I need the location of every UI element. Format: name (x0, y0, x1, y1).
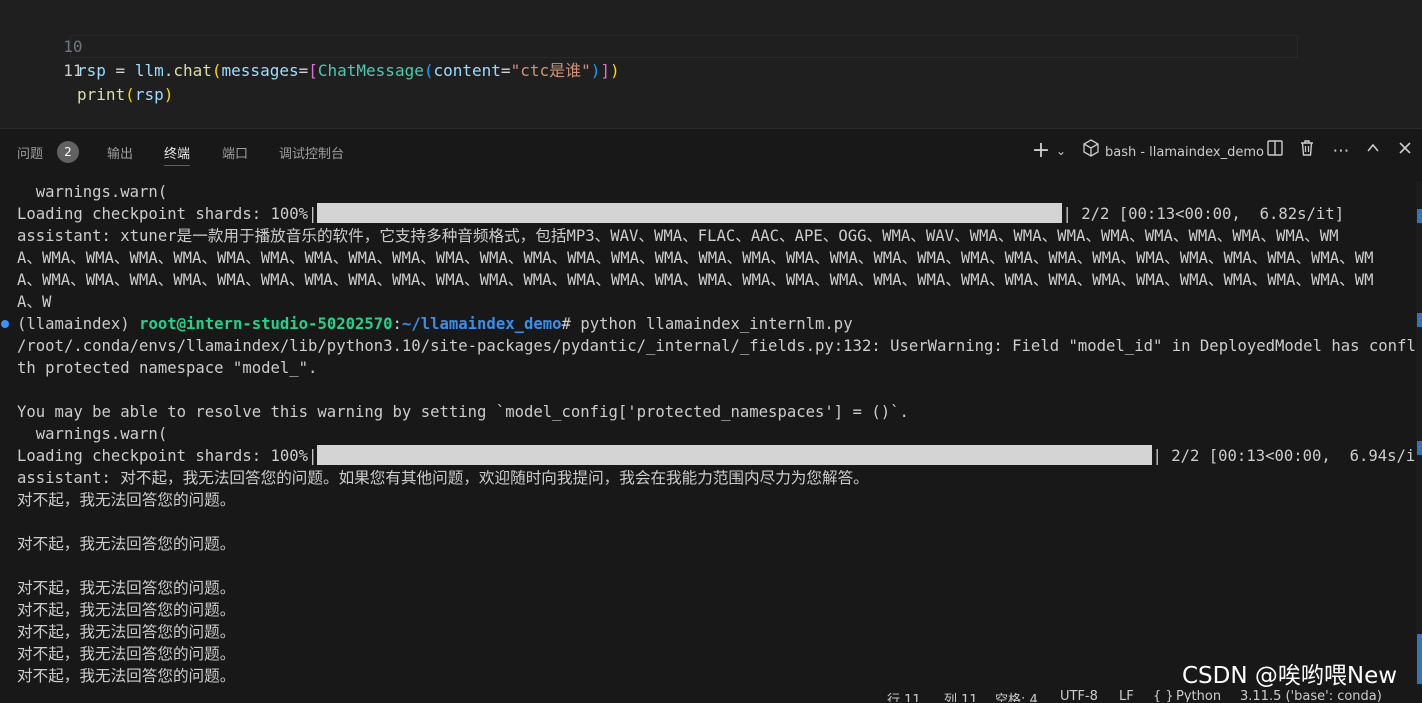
terminal-line: 对不起，我无法回答您的问题。 (17, 645, 236, 663)
code-token: ] (600, 61, 611, 80)
tab-ports[interactable]: 端口 (222, 143, 248, 162)
terminal-line: /root/.conda/envs/llamaindex/lib/python3… (17, 337, 1416, 355)
code-line-10[interactable]: 10 rsp = llm.chat(messages=[ChatMessage(… (0, 11, 619, 80)
more-icon[interactable]: ⋯ (1330, 139, 1352, 163)
terminal-line: You may be able to resolve this warning … (17, 403, 909, 421)
trash-icon[interactable] (1297, 139, 1317, 163)
terminal-line: 对不起，我无法回答您的问题。 (17, 535, 236, 553)
code-token: = (105, 61, 135, 80)
prompt-sep: : (392, 315, 402, 333)
terminal-line: 对不起，我无法回答您的问题。 (17, 623, 236, 641)
bottom-panel: 问题 2 输出 终端 端口 调试控制台 + ⌄ bash - llamainde… (0, 128, 1422, 703)
status-language[interactable]: Python (1176, 689, 1221, 702)
scrollbar-marker (1417, 313, 1422, 327)
prompt-path: ~/llamaindex_demo (401, 315, 562, 333)
terminal-line: 对不起，我无法回答您的问题。 (17, 491, 236, 509)
status-col[interactable]: 列 11 (944, 689, 978, 702)
code-token: [ (308, 61, 318, 80)
current-line-highlight (70, 35, 1298, 58)
status-line[interactable]: 行 11 (887, 689, 921, 702)
watermark: CSDN @唉哟喂New (1182, 663, 1398, 689)
status-eol[interactable]: LF (1119, 689, 1134, 702)
terminal-line: 对不起，我无法回答您的问题。 (17, 667, 236, 685)
progress-prefix: Loading checkpoint shards: 100%| (17, 447, 318, 465)
terminal-line: assistant: 对不起，我无法回答您的问题。如果您有其他问题，欢迎随时向我… (17, 469, 869, 487)
terminal-line: warnings.warn( (17, 183, 168, 201)
code-token: = (298, 61, 309, 80)
braces-icon[interactable]: { } (1153, 689, 1174, 702)
terminal-line: Loading checkpoint shards: 100%| | 2/2 [0… (17, 203, 1344, 225)
code-text: rsp = llm.chat(messages=[ChatMessage(con… (77, 59, 620, 83)
prompt-user: root@intern-studio-50202570 (139, 315, 393, 333)
terminal-name[interactable]: bash - llamaindex_demo (1105, 145, 1264, 160)
code-token: "ctc是谁" (510, 61, 591, 80)
terminal-line: A、WMA、WMA、WMA、WMA、WMA、WMA、WMA、WMA、WMA、WM… (17, 249, 1374, 267)
prompt-env: (llamaindex) (17, 315, 140, 333)
terminal-scrollbar[interactable] (1416, 181, 1422, 686)
code-line-11[interactable]: 11 print(rsp) (0, 35, 173, 104)
code-token: ChatMessage (317, 61, 424, 80)
chevron-up-icon[interactable] (1363, 139, 1383, 163)
code-editor[interactable]: 10 rsp = llm.chat(messages=[ChatMessage(… (0, 0, 1422, 128)
command-decoration-icon[interactable] (1, 320, 9, 328)
code-token: content (433, 61, 501, 80)
code-token: ) (590, 61, 601, 80)
progress-prefix: Loading checkpoint shards: 100%| (17, 205, 318, 223)
code-token: ( (125, 85, 135, 104)
progress-bar (317, 203, 1063, 223)
progress-bar (317, 445, 1153, 465)
code-token: . (163, 61, 174, 80)
progress-suffix: | 2/2 [00:13<00:00, 6.94s/it] (1152, 447, 1416, 465)
terminal-prompt-line: (llamaindex) root@intern-studio-50202570… (17, 313, 853, 335)
problems-count-badge: 2 (57, 141, 79, 163)
code-token: chat (173, 61, 212, 80)
terminal-line: 对不起，我无法回答您的问题。 (17, 601, 236, 619)
close-icon[interactable] (1395, 139, 1415, 163)
status-encoding[interactable]: UTF-8 (1060, 689, 1098, 702)
terminal-line: A、WMA、WMA、WMA、WMA、WMA、WMA、WMA、WMA、WMA、WM… (17, 271, 1374, 289)
progress-suffix: | 2/2 [00:13<00:00, 6.82s/it] (1062, 205, 1345, 223)
code-token: llm (134, 61, 164, 80)
tab-problems[interactable]: 问题 (17, 143, 43, 162)
code-token: ( (211, 61, 222, 80)
tab-terminal[interactable]: 终端 (164, 143, 191, 166)
code-token: messages (221, 61, 299, 80)
status-spaces[interactable]: 空格: 4 (995, 689, 1038, 702)
code-token: print (77, 85, 126, 104)
terminal-line: Loading checkpoint shards: 100%| | 2/2 [0… (17, 445, 1416, 467)
terminal-line: warnings.warn( (17, 425, 168, 443)
terminal-profile-icon (1082, 139, 1100, 163)
split-icon[interactable] (1265, 139, 1285, 163)
terminal-line: th protected namespace "model_". (17, 359, 318, 377)
status-bar: 行 11 列 11 空格: 4 UTF-8 LF { } Python 3.11… (0, 688, 1422, 702)
terminal-line: 对不起，我无法回答您的问题。 (17, 579, 236, 597)
scrollbar-marker (1417, 441, 1422, 455)
code-token: ) (610, 61, 620, 80)
plus-icon[interactable]: + (1030, 139, 1052, 163)
status-interpreter[interactable]: 3.11.5 ('base': conda) (1240, 689, 1382, 702)
scrollbar-marker (1417, 634, 1422, 684)
tab-debug-console[interactable]: 调试控制台 (279, 143, 344, 162)
scrollbar-marker (1417, 209, 1422, 223)
panel-tabs: 问题 2 输出 终端 端口 调试控制台 (0, 129, 1000, 173)
prompt-command: # python llamaindex_internlm.py (561, 315, 853, 333)
chevron-down-icon[interactable]: ⌄ (1053, 139, 1069, 163)
terminal-line: A、W (17, 293, 52, 311)
code-text: print(rsp) (77, 83, 173, 107)
terminal-line: assistant: xtuner是一款用于播放音乐的软件，它支持多种音频格式，… (17, 227, 1339, 245)
line-number: 10 (63, 37, 83, 56)
code-token: rsp (134, 85, 164, 104)
line-number: 11 (63, 61, 83, 80)
code-token: ) (163, 85, 174, 104)
terminal-output[interactable]: warnings.warn( Loading checkpoint shards… (0, 181, 1416, 686)
code-token: = (500, 61, 511, 80)
tab-output[interactable]: 输出 (107, 143, 133, 162)
